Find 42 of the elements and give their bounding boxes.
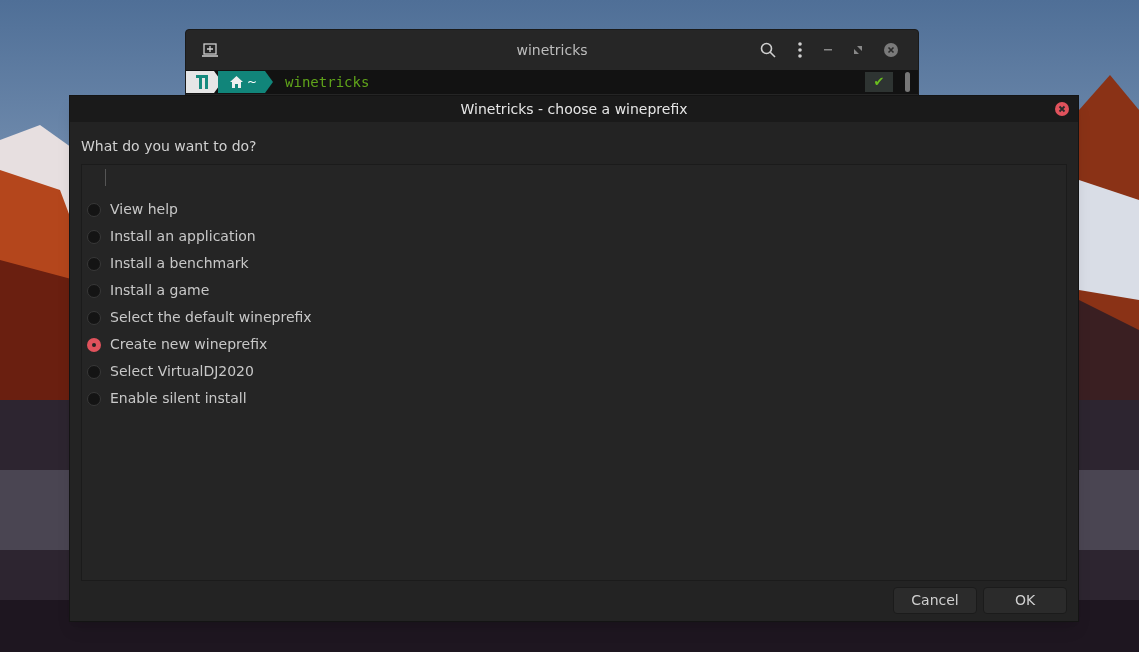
menu-icon[interactable] [798, 42, 802, 58]
radio-button[interactable] [87, 283, 101, 298]
close-icon[interactable] [1055, 102, 1069, 116]
radio-option[interactable]: Select VirtualDJ2020 [87, 358, 1061, 385]
radio-button[interactable] [87, 337, 101, 352]
close-icon[interactable] [884, 43, 898, 57]
dialog-button[interactable]: OK [983, 587, 1067, 614]
radio-button[interactable] [87, 364, 101, 379]
radio-button[interactable] [87, 202, 101, 217]
window-title: winetricks [516, 40, 588, 60]
radio-option[interactable]: Install an application [87, 223, 1061, 250]
option-label: Select VirtualDJ2020 [110, 362, 254, 381]
radio-button[interactable] [87, 310, 101, 325]
radio-option[interactable]: Install a benchmark [87, 250, 1061, 277]
question-label: What do you want to do? [81, 137, 258, 156]
terminal-command: winetricks [285, 72, 370, 92]
option-label: Install an application [110, 227, 256, 246]
dialog-button[interactable]: Cancel [893, 587, 977, 614]
home-icon [230, 76, 243, 88]
radio-button[interactable] [87, 229, 101, 244]
prompt-path: ~ [247, 74, 258, 91]
radio-option[interactable]: Select the default wineprefix [87, 304, 1061, 331]
dialog-title: Winetricks - choose a wineprefix [460, 99, 688, 119]
radio-option[interactable]: Create new wineprefix [87, 331, 1061, 358]
minimize-icon[interactable] [824, 49, 832, 51]
scrollbar [905, 72, 910, 92]
radio-option[interactable]: Install a game [87, 277, 1061, 304]
text-cursor [105, 169, 106, 186]
option-label: Install a game [110, 281, 210, 300]
radio-option[interactable]: View help [87, 196, 1061, 223]
radio-button[interactable] [87, 391, 101, 406]
maximize-icon[interactable] [854, 46, 862, 54]
option-label: Install a benchmark [110, 254, 249, 273]
new-tab-icon[interactable] [202, 43, 218, 57]
radio-button[interactable] [87, 256, 101, 271]
option-label: Create new wineprefix [110, 335, 268, 354]
option-label: Select the default wineprefix [110, 308, 312, 327]
option-label: Enable silent install [110, 389, 247, 408]
radio-option[interactable]: Enable silent install [87, 385, 1061, 412]
option-label: View help [110, 200, 178, 219]
status-indicator: ✔ [865, 72, 893, 92]
search-icon[interactable] [760, 42, 776, 58]
